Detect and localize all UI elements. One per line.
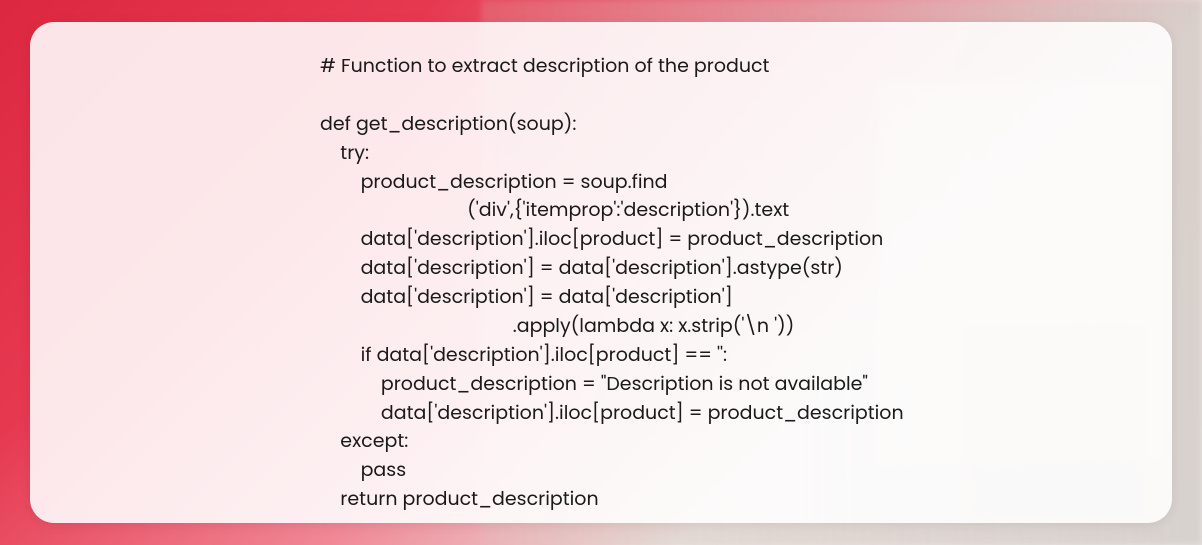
code-try: try: (320, 139, 369, 166)
code-line: data['description'].iloc[product] = prod… (320, 225, 883, 252)
code-line: ('div',{'itemprop':'description'}).text (320, 196, 789, 223)
code-line: product_description = "Description is no… (320, 370, 868, 397)
code-return: return product_description (320, 485, 599, 512)
code-line: data['description'] = data['description'… (320, 254, 843, 281)
code-line: .apply(lambda x: x.strip('\n ')) (320, 312, 794, 339)
code-except: except: (320, 427, 408, 454)
code-comment: # Function to extract description of the… (320, 52, 769, 79)
code-line: data['description'].iloc[product] = prod… (320, 399, 904, 426)
code-content: # Function to extract description of the… (320, 52, 1132, 514)
code-card: # Function to extract description of the… (30, 22, 1172, 523)
code-line: data['description'] = data['description'… (320, 283, 733, 310)
code-line: if data['description'].iloc[product] == … (320, 341, 727, 368)
code-pass: pass (320, 456, 406, 483)
code-line: product_description = soup.find (320, 168, 668, 195)
code-def: def get_description(soup): (320, 110, 576, 137)
